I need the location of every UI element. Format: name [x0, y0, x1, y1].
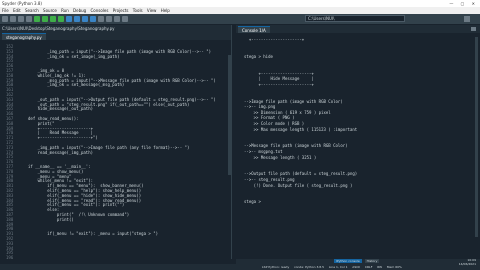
- console-tab-bar: Console 1/A: [236, 25, 480, 33]
- menu-file[interactable]: File: [2, 8, 9, 13]
- tab-ipython-console[interactable]: IPython console: [334, 259, 362, 263]
- console-line: >> Color mode ( RGB ): [244, 121, 305, 126]
- menu-tools[interactable]: Tools: [133, 8, 143, 13]
- editor-tab[interactable]: steganography.py: [2, 33, 46, 40]
- menu-search[interactable]: Search: [25, 8, 39, 13]
- console-line: -->-- steg_result.png: [244, 177, 295, 182]
- menu-consoles[interactable]: Consoles: [90, 8, 108, 13]
- console-line: -->Message file path (image with RGB Col…: [244, 143, 348, 149]
- menu-source[interactable]: Source: [43, 8, 57, 13]
- menu-bar: File Edit Search Source Run Debug Consol…: [0, 7, 480, 14]
- console-line: -->-- img.png: [244, 104, 276, 110]
- console-line: -->-- msgpng.txt: [244, 149, 283, 154]
- console-line: >> Message length ( 3251 ): [244, 154, 317, 160]
- window-title: Spyder (Python 3.8): [2, 1, 42, 6]
- console-line: >> Max message length ( 115123 ) :import…: [244, 126, 358, 132]
- working-directory-field[interactable]: C:\Users\NUI\: [305, 15, 405, 22]
- editor-pane: C:\Users\NUI\Desktop\Steganography\Stega…: [0, 25, 232, 261]
- toolbar: [0, 14, 480, 24]
- console-line: -->Image file path (image with RGB Color…: [244, 98, 343, 104]
- editor-tab-bar: steganography.py: [0, 32, 231, 40]
- pythonpath-icon[interactable]: [122, 16, 128, 22]
- spyder-window: Spyder (Python 3.8) — ▢ ✕ File Edit Sear…: [0, 0, 480, 270]
- console-line: +---------------------+: [244, 37, 305, 42]
- run-cell-advance-icon[interactable]: [50, 16, 56, 22]
- editor-file-path: C:\Users\NUI\Desktop\Steganography\Stega…: [0, 25, 231, 32]
- browse-folder-icon[interactable]: [464, 16, 470, 22]
- editor-scrollbar[interactable]: [228, 55, 231, 175]
- console-tab[interactable]: Console 1/A: [238, 26, 270, 33]
- system-tray-clock[interactable]: 10:09 14/06/2021: [459, 258, 476, 266]
- line-number: 196: [6, 255, 14, 261]
- save-icon[interactable]: [18, 16, 24, 22]
- line-number-gutter: 152 153 154 155 156 157 158 159 160 161 162 163 164 1…: [0, 42, 24, 261]
- code-line: _img_ok = set_image(_img_path): [28, 53, 120, 59]
- code-area[interactable]: _img_path = input("-->Image file path (i…: [24, 42, 231, 259]
- code-line: +---------------------+"): [28, 135, 98, 141]
- tab-history[interactable]: History: [364, 259, 380, 263]
- console-scrollbar[interactable]: [475, 37, 478, 237]
- run-selection-icon[interactable]: [58, 16, 64, 22]
- console-line: -->Output file path (default = steg_resu…: [244, 171, 358, 177]
- debug-icon[interactable]: [66, 16, 72, 22]
- windows-taskbar: [0, 264, 480, 270]
- step-into-icon[interactable]: [82, 16, 88, 22]
- step-return-icon[interactable]: [90, 16, 96, 22]
- console-line: stega >: [244, 199, 264, 205]
- menu-edit[interactable]: Edit: [13, 8, 21, 13]
- console-line: (!) Done. Output file ( steg_result.png …: [244, 182, 353, 188]
- console-pane: Console 1/A +---------------------+ stega…: [236, 25, 480, 259]
- code-line: if(_menu != "exit"): _menu = input("steg…: [28, 231, 159, 237]
- run-icon[interactable]: [34, 16, 40, 22]
- code-line: _img_ok = set_message(_msg_path): [28, 82, 125, 88]
- save-all-icon[interactable]: [26, 16, 32, 22]
- menu-projects[interactable]: Projects: [113, 8, 129, 13]
- run-cell-icon[interactable]: [42, 16, 48, 22]
- console-line: | Hide Message |: [244, 76, 314, 82]
- menu-debug[interactable]: Debug: [73, 8, 86, 13]
- open-file-icon[interactable]: [10, 16, 16, 22]
- console-output[interactable]: +---------------------+ stega > hide +---…: [240, 35, 476, 251]
- window-controls[interactable]: — ▢ ✕: [449, 0, 478, 7]
- maximize-pane-icon[interactable]: [106, 16, 112, 22]
- title-bar: Spyder (Python 3.8) — ▢ ✕: [0, 0, 480, 7]
- console-options-icon[interactable]: [471, 27, 476, 31]
- clock-date: 14/06/2021: [458, 262, 476, 266]
- console-line: >> Dimension ( 619 x 759 ) pixel: [244, 109, 331, 115]
- code-line: read_message(_img_path): [28, 149, 94, 155]
- console-line: stega > hide: [244, 53, 273, 59]
- console-line: +---------------------+: [244, 81, 314, 87]
- new-file-icon[interactable]: [2, 16, 8, 22]
- code-line: hide_message(_out_path): [28, 106, 94, 112]
- menu-help[interactable]: Help: [161, 8, 170, 13]
- console-line: >> Format ( PNG ): [244, 115, 295, 121]
- preferences-icon[interactable]: [114, 16, 120, 22]
- stop-icon[interactable]: [98, 16, 104, 22]
- console-line: +---------------------+: [244, 70, 314, 76]
- step-icon[interactable]: [74, 16, 80, 22]
- menu-view[interactable]: View: [147, 8, 157, 13]
- menu-run[interactable]: Run: [61, 8, 69, 13]
- code-line: print(): [28, 216, 74, 222]
